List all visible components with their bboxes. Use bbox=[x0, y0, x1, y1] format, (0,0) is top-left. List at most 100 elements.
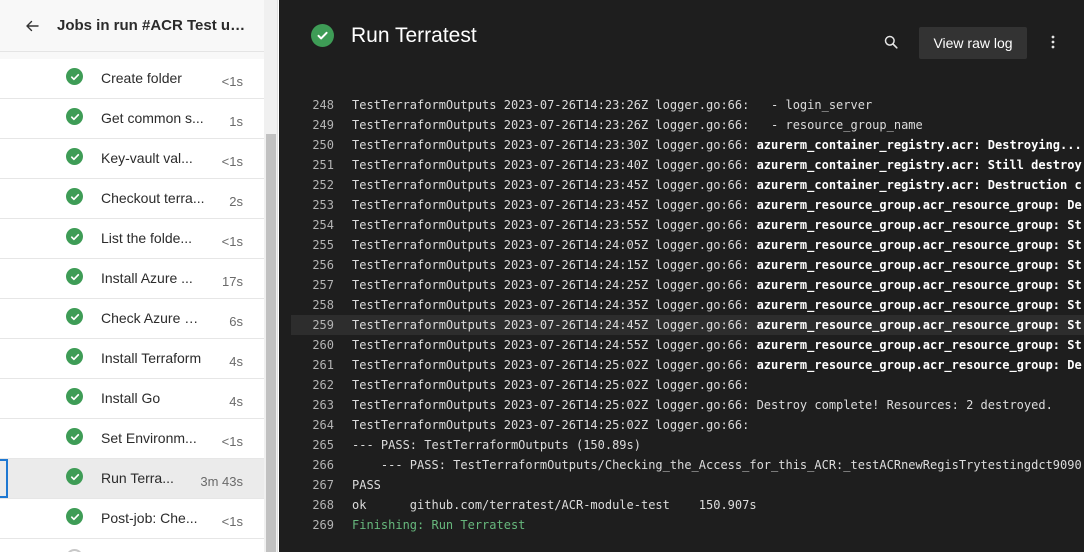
log-line[interactable]: 256 TestTerraformOutputs 2023-07-26T14:24… bbox=[291, 255, 1084, 275]
step-item[interactable]: Get common s... 1s bbox=[0, 99, 264, 139]
log-text: ok github.com/terratest/ACR-module-test … bbox=[352, 498, 757, 512]
log-line-number: 254 bbox=[312, 218, 334, 232]
step-duration: 4s bbox=[229, 354, 243, 369]
log-text-bold: azurerm_resource_group.acr_resource_grou… bbox=[756, 218, 1082, 232]
log-text: TestTerraformOutputs 2023-07-26T14:24:55… bbox=[352, 338, 757, 352]
log-text-bold: azurerm_resource_group.acr_resource_grou… bbox=[756, 278, 1082, 292]
log-line[interactable]: 264 TestTerraformOutputs 2023-07-26T14:25… bbox=[291, 415, 1084, 435]
log-line-number: 253 bbox=[312, 198, 334, 212]
log-line[interactable]: 265 --- PASS: TestTerraformOutputs (150.8… bbox=[291, 435, 1084, 455]
log-line[interactable]: 268 ok github.com/terratest/ACR-module-te… bbox=[291, 495, 1084, 515]
log-text: TestTerraformOutputs 2023-07-26T14:25:02… bbox=[352, 398, 1053, 412]
log-text: TestTerraformOutputs 2023-07-26T14:23:26… bbox=[352, 118, 923, 132]
step-item[interactable]: Install Go 4s bbox=[0, 379, 264, 419]
step-name: Check Azure C... bbox=[101, 310, 205, 326]
step-item-partial[interactable] bbox=[0, 539, 264, 552]
log-line[interactable]: 267 PASS bbox=[291, 475, 1084, 495]
step-item[interactable]: Run Terra... 3m 43s bbox=[0, 459, 264, 499]
log-line-text: TestTerraformOutputs 2023-07-26T14:25:02… bbox=[352, 395, 1053, 415]
step-item[interactable]: Post-job: Che... <1s bbox=[0, 499, 264, 539]
log-line[interactable]: 257 TestTerraformOutputs 2023-07-26T14:24… bbox=[291, 275, 1084, 295]
step-name: Key-vault val... bbox=[101, 150, 193, 166]
step-item[interactable]: Check Azure C... 6s bbox=[0, 299, 264, 339]
back-button[interactable] bbox=[18, 12, 46, 40]
log-text: PASS bbox=[352, 478, 381, 492]
log-line[interactable]: 254 TestTerraformOutputs 2023-07-26T14:23… bbox=[291, 215, 1084, 235]
log-line-text: TestTerraformOutputs 2023-07-26T14:23:30… bbox=[352, 135, 1082, 155]
log-line[interactable]: 251 TestTerraformOutputs 2023-07-26T14:23… bbox=[291, 155, 1084, 175]
log-text-bold: azurerm_resource_group.acr_resource_grou… bbox=[756, 198, 1082, 212]
log-text: TestTerraformOutputs 2023-07-26T14:24:45… bbox=[352, 318, 757, 332]
view-raw-log-button[interactable]: View raw log bbox=[919, 27, 1027, 59]
steps-scrollbar-thumb[interactable] bbox=[266, 134, 276, 552]
log-line[interactable]: 255 TestTerraformOutputs 2023-07-26T14:24… bbox=[291, 235, 1084, 255]
log-line[interactable]: 253 TestTerraformOutputs 2023-07-26T14:23… bbox=[291, 195, 1084, 215]
step-item[interactable]: Install Terraform 4s bbox=[0, 339, 264, 379]
search-button[interactable] bbox=[879, 30, 903, 54]
step-name: List the folde... bbox=[101, 230, 193, 246]
log-line-text: --- PASS: TestTerraformOutputs/Checking_… bbox=[352, 455, 1082, 475]
step-item[interactable]: Create folder <1s bbox=[0, 59, 264, 99]
log-line[interactable]: 266 --- PASS: TestTerraformOutputs/Check… bbox=[291, 455, 1084, 475]
log-line[interactable]: 250 TestTerraformOutputs 2023-07-26T14:23… bbox=[291, 135, 1084, 155]
steps-list: Create folder <1s Get common s... 1s Key-vau… bbox=[0, 59, 264, 552]
log-line-text: TestTerraformOutputs 2023-07-26T14:25:02… bbox=[352, 355, 1082, 375]
log-line[interactable]: 260 TestTerraformOutputs 2023-07-26T14:24… bbox=[291, 335, 1084, 355]
log-text-bold: azurerm_resource_group.acr_resource_grou… bbox=[756, 358, 1082, 372]
log-text-bold: azurerm_resource_group.acr_resource_grou… bbox=[756, 298, 1082, 312]
step-duration: <1s bbox=[221, 434, 243, 449]
log-text: TestTerraformOutputs 2023-07-26T14:23:30… bbox=[352, 138, 757, 152]
step-duration: 1s bbox=[229, 114, 243, 129]
log-line[interactable]: 263 TestTerraformOutputs 2023-07-26T14:25… bbox=[291, 395, 1084, 415]
log-line[interactable]: 252 TestTerraformOutputs 2023-07-26T14:23… bbox=[291, 175, 1084, 195]
more-options-button[interactable] bbox=[1043, 30, 1063, 54]
log-line-text: TestTerraformOutputs 2023-07-26T14:23:26… bbox=[352, 95, 872, 115]
step-duration: 4s bbox=[229, 394, 243, 409]
step-item[interactable]: List the folde... <1s bbox=[0, 219, 264, 259]
step-name: Install Go bbox=[101, 390, 161, 406]
log-line-number: 258 bbox=[312, 298, 334, 312]
log-line[interactable]: 249 TestTerraformOutputs 2023-07-26T14:23… bbox=[291, 115, 1084, 135]
step-item[interactable]: Checkout terra... 2s bbox=[0, 179, 264, 219]
log-title: Run Terratest bbox=[351, 24, 477, 47]
log-text: TestTerraformOutputs 2023-07-26T14:24:15… bbox=[352, 258, 757, 272]
log-line[interactable]: 248 TestTerraformOutputs 2023-07-26T14:23… bbox=[291, 95, 1084, 115]
success-check-icon bbox=[311, 24, 334, 47]
success-check-icon bbox=[66, 348, 83, 365]
log-text: TestTerraformOutputs 2023-07-26T14:24:05… bbox=[352, 238, 757, 252]
arrow-left-icon bbox=[26, 20, 39, 31]
log-line-number: 266 bbox=[312, 458, 334, 472]
log-line-number: 257 bbox=[312, 278, 334, 292]
log-line-number: 260 bbox=[312, 338, 334, 352]
step-item[interactable]: Set Environm... <1s bbox=[0, 419, 264, 459]
success-check-icon bbox=[66, 188, 83, 205]
step-item[interactable]: Install Azure ... 17s bbox=[0, 259, 264, 299]
log-line-number: 249 bbox=[312, 118, 334, 132]
log-line[interactable]: 259 TestTerraformOutputs 2023-07-26T14:24… bbox=[291, 315, 1084, 335]
log-line[interactable]: 258 TestTerraformOutputs 2023-07-26T14:24… bbox=[291, 295, 1084, 315]
log-line-text: TestTerraformOutputs 2023-07-26T14:25:02… bbox=[352, 415, 749, 435]
log-line[interactable]: 269 Finishing: Run Terratest bbox=[291, 515, 1084, 535]
log-line-text: TestTerraformOutputs 2023-07-26T14:25:02… bbox=[352, 375, 749, 395]
log-line-number: 250 bbox=[312, 138, 334, 152]
log-text: TestTerraformOutputs 2023-07-26T14:23:55… bbox=[352, 218, 757, 232]
log-text: TestTerraformOutputs 2023-07-26T14:23:26… bbox=[352, 98, 873, 112]
log-text-bold: azurerm_resource_group.acr_resource_grou… bbox=[756, 258, 1082, 272]
step-duration: <1s bbox=[221, 74, 243, 89]
step-name: Run Terra... bbox=[101, 470, 174, 486]
log-line-text: TestTerraformOutputs 2023-07-26T14:23:55… bbox=[352, 215, 1082, 235]
log-text: TestTerraformOutputs 2023-07-26T14:25:02… bbox=[352, 418, 750, 432]
log-line-text: PASS bbox=[352, 475, 381, 495]
log-text: --- PASS: TestTerraformOutputs/Checking_… bbox=[352, 458, 1082, 472]
log-line-text: TestTerraformOutputs 2023-07-26T14:24:25… bbox=[352, 275, 1082, 295]
success-check-icon bbox=[66, 308, 83, 325]
step-duration: 6s bbox=[229, 314, 243, 329]
log-line-number: 269 bbox=[312, 518, 334, 532]
log-line[interactable]: 262 TestTerraformOutputs 2023-07-26T14:25… bbox=[291, 375, 1084, 395]
log-text: TestTerraformOutputs 2023-07-26T14:24:35… bbox=[352, 298, 757, 312]
step-name: Get common s... bbox=[101, 110, 204, 126]
log-line[interactable]: 261 TestTerraformOutputs 2023-07-26T14:25… bbox=[291, 355, 1084, 375]
step-item[interactable]: Key-vault val... <1s bbox=[0, 139, 264, 179]
log-line-text: TestTerraformOutputs 2023-07-26T14:23:45… bbox=[352, 175, 1082, 195]
success-check-icon bbox=[66, 268, 83, 285]
